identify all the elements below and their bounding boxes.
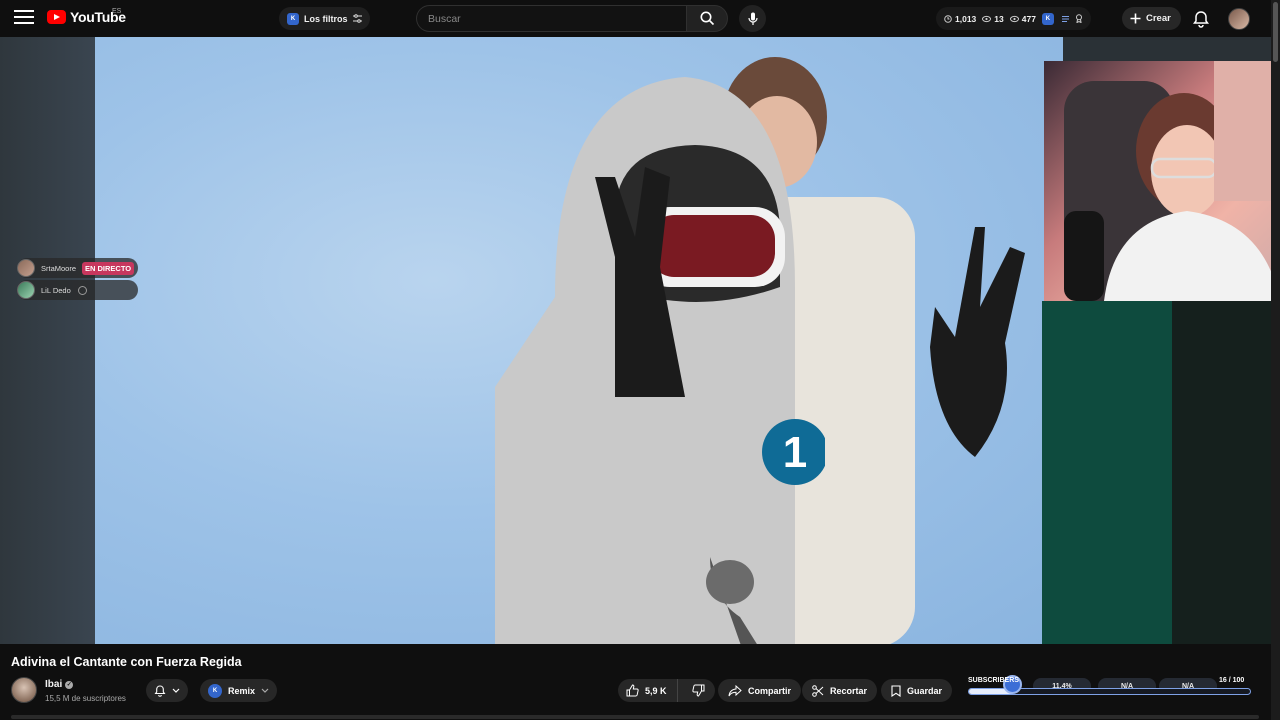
remix-button[interactable]: K Remix <box>200 679 278 702</box>
region-code: ES <box>112 8 122 15</box>
list-icon[interactable] <box>1060 15 1069 23</box>
subscriber-goal-widget: 11.4% N/A N/A SUBSCRIBERS 16 / 100 <box>963 673 1259 711</box>
thumbs-down-icon <box>691 684 705 697</box>
search-bar <box>416 5 728 32</box>
youtube-play-icon <box>47 10 66 24</box>
search-input[interactable] <box>416 5 686 32</box>
live-channel-item[interactable]: SrtaMoore EN DIRECTO <box>17 258 139 278</box>
raised-glove-figure <box>930 227 1025 457</box>
stat-views: 1,013 <box>944 14 976 24</box>
save-label: Guardar <box>907 685 943 696</box>
scrollbar-thumb[interactable] <box>1273 2 1278 62</box>
video-info: Adivina el Cantante con Fuerza Regida Ib… <box>0 644 1271 720</box>
chevron-down-icon <box>261 688 269 693</box>
eye-icon <box>1009 15 1019 22</box>
save-button[interactable]: Guardar <box>881 679 953 702</box>
scissors-icon <box>812 684 824 697</box>
extension-stats[interactable]: 1,013 13 477 K <box>936 7 1091 30</box>
like-count: 5,9 K <box>645 685 667 696</box>
remix-label: Remix <box>228 685 256 696</box>
video-player[interactable]: 1 SrtaMoore EN DIRECTO LiL Dedo <box>0 37 1271 644</box>
description-bar-edge <box>11 715 1259 719</box>
thumbs-up-icon <box>626 684 639 697</box>
account-avatar[interactable] <box>1228 8 1250 30</box>
sliders-icon <box>352 14 362 23</box>
award-icon[interactable] <box>1075 14 1083 23</box>
svg-text:1: 1 <box>783 428 807 477</box>
stat-watching: 13 <box>982 14 1004 24</box>
video-side-blur-right <box>1042 301 1172 644</box>
avatar <box>17 281 35 299</box>
create-label: Crear <box>1146 13 1171 24</box>
video-side-dark <box>1172 301 1271 644</box>
dislike-button[interactable] <box>684 679 715 702</box>
avatar <box>17 259 35 277</box>
clip-button[interactable]: Recortar <box>802 679 878 702</box>
voice-search-button[interactable] <box>739 5 766 32</box>
filters-button[interactable]: K Los filtros <box>279 7 370 30</box>
video-title: Adivina el Cantante con Fuerza Regida <box>11 655 242 669</box>
like-dislike-group: 5,9 K <box>618 679 715 702</box>
live-channel-name: LiL Dedo <box>41 285 71 295</box>
filters-label: Los filtros <box>304 13 348 24</box>
status-circle-icon <box>77 285 87 295</box>
menu-icon[interactable] <box>14 10 34 26</box>
live-channels-list: SrtaMoore EN DIRECTO LiL Dedo <box>17 258 139 302</box>
bell-icon <box>154 684 166 697</box>
extension-badge-icon: K <box>287 12 299 25</box>
video-side-blur <box>0 37 95 644</box>
create-button[interactable]: Crear <box>1122 7 1181 30</box>
subscription-bell-button[interactable] <box>146 679 188 702</box>
eye-icon <box>982 15 992 22</box>
live-badge: EN DIRECTO <box>82 261 135 275</box>
stat-eyes: 477 <box>1009 14 1036 24</box>
microphone-icon <box>747 12 758 25</box>
extension-badge-icon[interactable]: K <box>1041 12 1054 25</box>
like-button[interactable]: 5,9 K <box>618 679 678 702</box>
share-icon <box>728 684 742 696</box>
chevron-down-icon <box>172 688 180 693</box>
plus-icon <box>1130 13 1141 24</box>
channel-name[interactable]: Ibai ✓ <box>45 679 74 690</box>
live-channel-item[interactable]: LiL Dedo <box>17 280 139 300</box>
streamer-webcam-figure <box>1064 61 1271 301</box>
page-scrollbar[interactable] <box>1271 0 1280 720</box>
remix-badge-icon: K <box>208 683 222 698</box>
bookmark-icon <box>891 684 901 697</box>
hooded-singer-figure: 1 <box>495 77 825 644</box>
notifications-bell-icon[interactable] <box>1192 10 1210 28</box>
verified-check-icon: ✓ <box>65 680 74 689</box>
video-frame[interactable]: 1 <box>95 37 1063 644</box>
share-label: Compartir <box>748 685 792 696</box>
subscriber-count: 15,5 M de suscriptores <box>45 694 126 703</box>
webcam-overlay <box>1044 61 1271 301</box>
subscribers-label: SUBSCRIBERS <box>968 677 1019 684</box>
goal-count: 16 / 100 <box>1219 677 1245 684</box>
share-button[interactable]: Compartir <box>718 679 802 702</box>
clock-icon <box>944 14 952 23</box>
live-channel-name: SrtaMoore <box>41 263 77 273</box>
search-icon <box>700 11 714 26</box>
search-button[interactable] <box>686 5 728 32</box>
channel-avatar[interactable] <box>11 677 37 703</box>
clip-label: Recortar <box>830 685 868 696</box>
top-bar: YouTube ES K Los filtros 1,013 13 477 K <box>0 0 1280 37</box>
